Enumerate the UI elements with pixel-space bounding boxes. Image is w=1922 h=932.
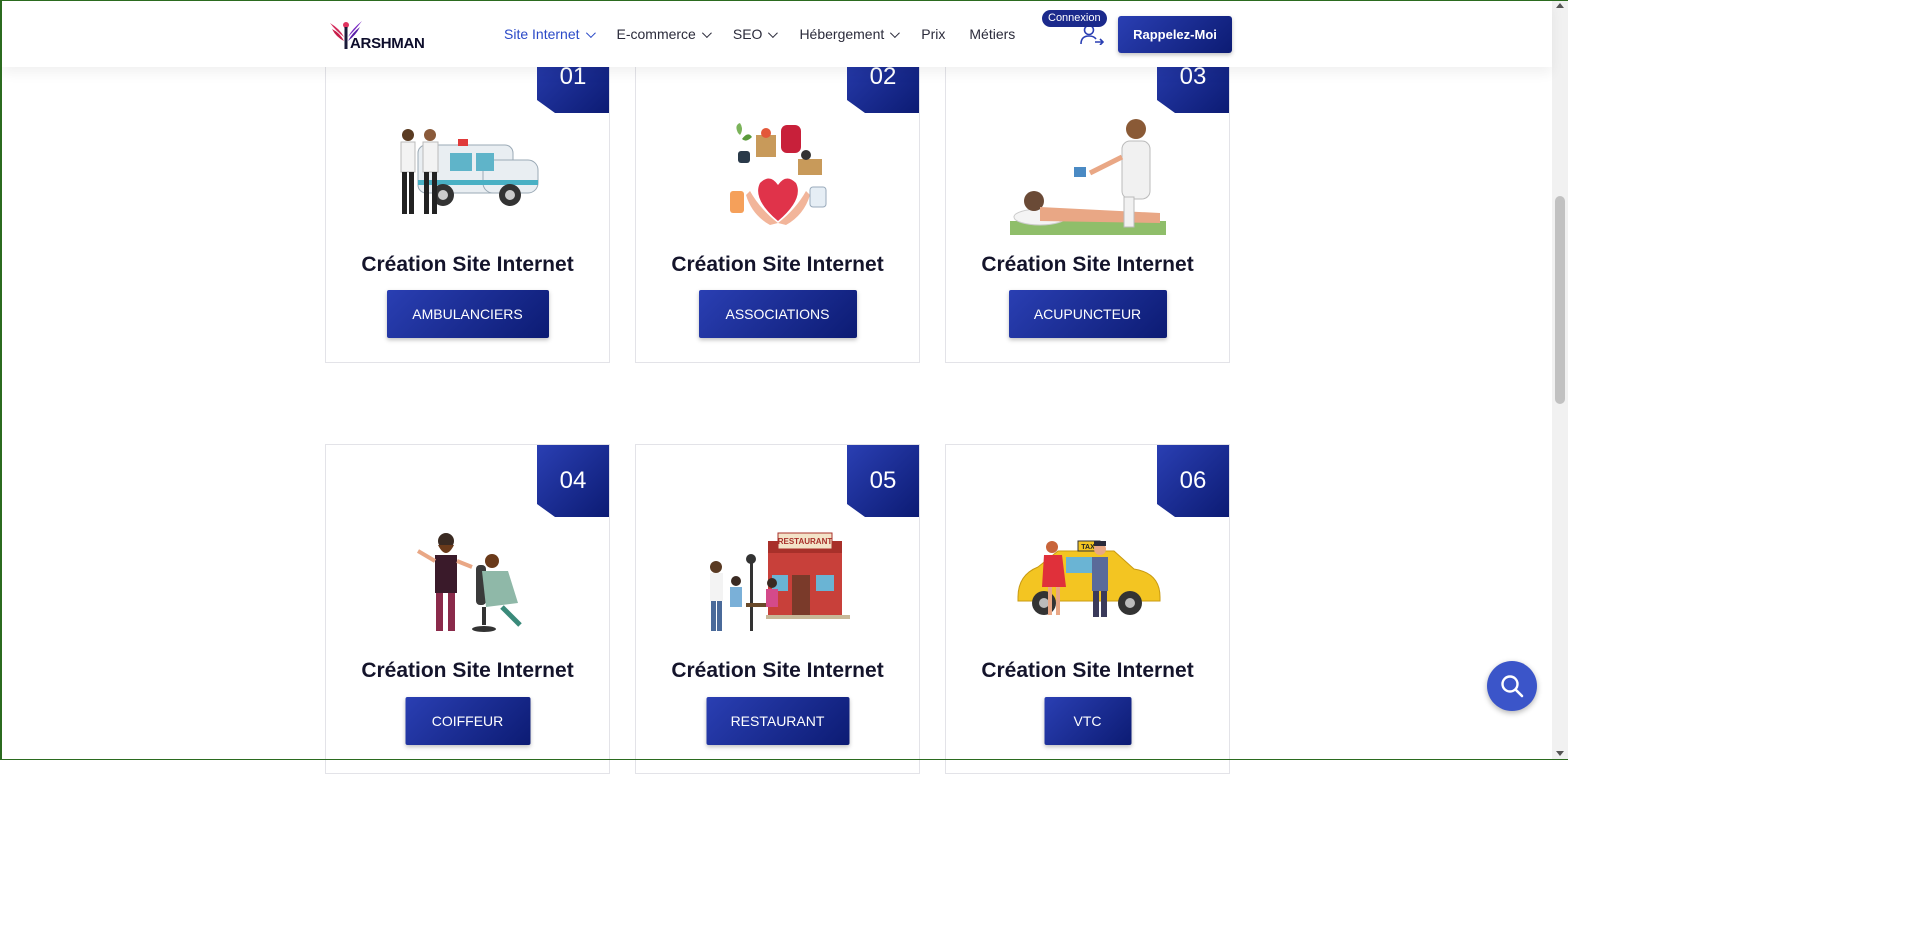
scroll-down-arrow-icon[interactable] — [1556, 751, 1564, 756]
nav-item-prix[interactable]: Prix — [921, 26, 945, 42]
card-title: Création Site Internet — [361, 659, 574, 682]
card-title: Création Site Internet — [671, 253, 884, 276]
search-icon — [1501, 675, 1524, 698]
site-header: ARSHMAN Site Internet E-commerce SEO Héb… — [2, 1, 1552, 67]
card-button-coiffeur[interactable]: COIFFEUR — [405, 697, 530, 745]
nav-label: E-commerce — [616, 26, 696, 42]
brand-logo[interactable]: ARSHMAN — [326, 15, 426, 55]
card-acupuncteur: 03 Création Site Internet ACUPUNCTEUR — [945, 40, 1230, 363]
card-button-vtc[interactable]: VTC — [1044, 697, 1131, 745]
card-button-restaurant[interactable]: RESTAURANT — [706, 697, 849, 745]
card-title: Création Site Internet — [981, 659, 1194, 682]
card-number: 04 — [537, 445, 609, 517]
card-vtc: 06 TAXI Création Site Internet VTC — [945, 444, 1230, 774]
card-coiffeur: 04 Création Site Internet COIFFEUR — [325, 444, 610, 774]
card-restaurant: 05 RESTAURANT Création Site Internet RES… — [635, 444, 920, 774]
nav-item-site-internet[interactable]: Site Internet — [504, 26, 596, 42]
chevron-down-icon — [890, 27, 901, 38]
card-associations: 02 Création Site Internet ASSOCIATIONS — [635, 40, 920, 363]
restaurant-illustration-icon: RESTAURANT — [710, 532, 850, 631]
login-badge[interactable]: Connexion — [1042, 10, 1107, 27]
card-ambulanciers: 01 Création Site Internet AMBULANCIERS — [325, 40, 610, 363]
card-title: Création Site Internet — [981, 253, 1194, 276]
search-button[interactable] — [1487, 661, 1537, 711]
ambulance-illustration-icon — [400, 129, 539, 214]
card-title: Création Site Internet — [671, 659, 884, 682]
chevron-down-icon — [701, 27, 712, 38]
nav-item-ecommerce[interactable]: E-commerce — [616, 26, 712, 42]
barber-illustration-icon — [416, 533, 522, 632]
logo-text: ARSHMAN — [350, 35, 425, 52]
scroll-up-arrow-icon[interactable] — [1556, 3, 1564, 8]
scrollbar-thumb[interactable] — [1555, 196, 1565, 404]
callback-button[interactable]: Rappelez-Moi — [1118, 16, 1232, 53]
nav-item-seo[interactable]: SEO — [732, 26, 779, 42]
charity-illustration-icon — [730, 123, 827, 225]
card-title: Création Site Internet — [361, 253, 574, 276]
vertical-scrollbar[interactable] — [1552, 0, 1568, 760]
nav-item-metiers[interactable]: Métiers — [969, 26, 1015, 42]
chevron-down-icon — [585, 27, 596, 38]
card-number: 05 — [847, 445, 919, 517]
nav-label: SEO — [732, 26, 763, 42]
nav-label: Métiers — [969, 26, 1016, 42]
card-button-ambulanciers[interactable]: AMBULANCIERS — [386, 290, 549, 338]
card-button-associations[interactable]: ASSOCIATIONS — [698, 290, 857, 338]
nav-label: Prix — [921, 26, 946, 42]
nav-item-hebergement[interactable]: Hébergement — [799, 26, 901, 42]
card-number: 06 — [1157, 445, 1229, 517]
acupuncture-illustration-icon — [1010, 119, 1166, 235]
restaurant-sign-text: RESTAURANT — [778, 537, 833, 546]
main-nav: Site Internet E-commerce SEO Hébergement… — [504, 1, 1039, 67]
nav-label: Site Internet — [504, 26, 580, 42]
taxi-illustration-icon: TAXI — [1017, 540, 1161, 617]
card-button-acupuncteur[interactable]: ACUPUNCTEUR — [1008, 290, 1167, 338]
nav-label: Hébergement — [799, 26, 885, 42]
chevron-down-icon — [768, 27, 779, 38]
